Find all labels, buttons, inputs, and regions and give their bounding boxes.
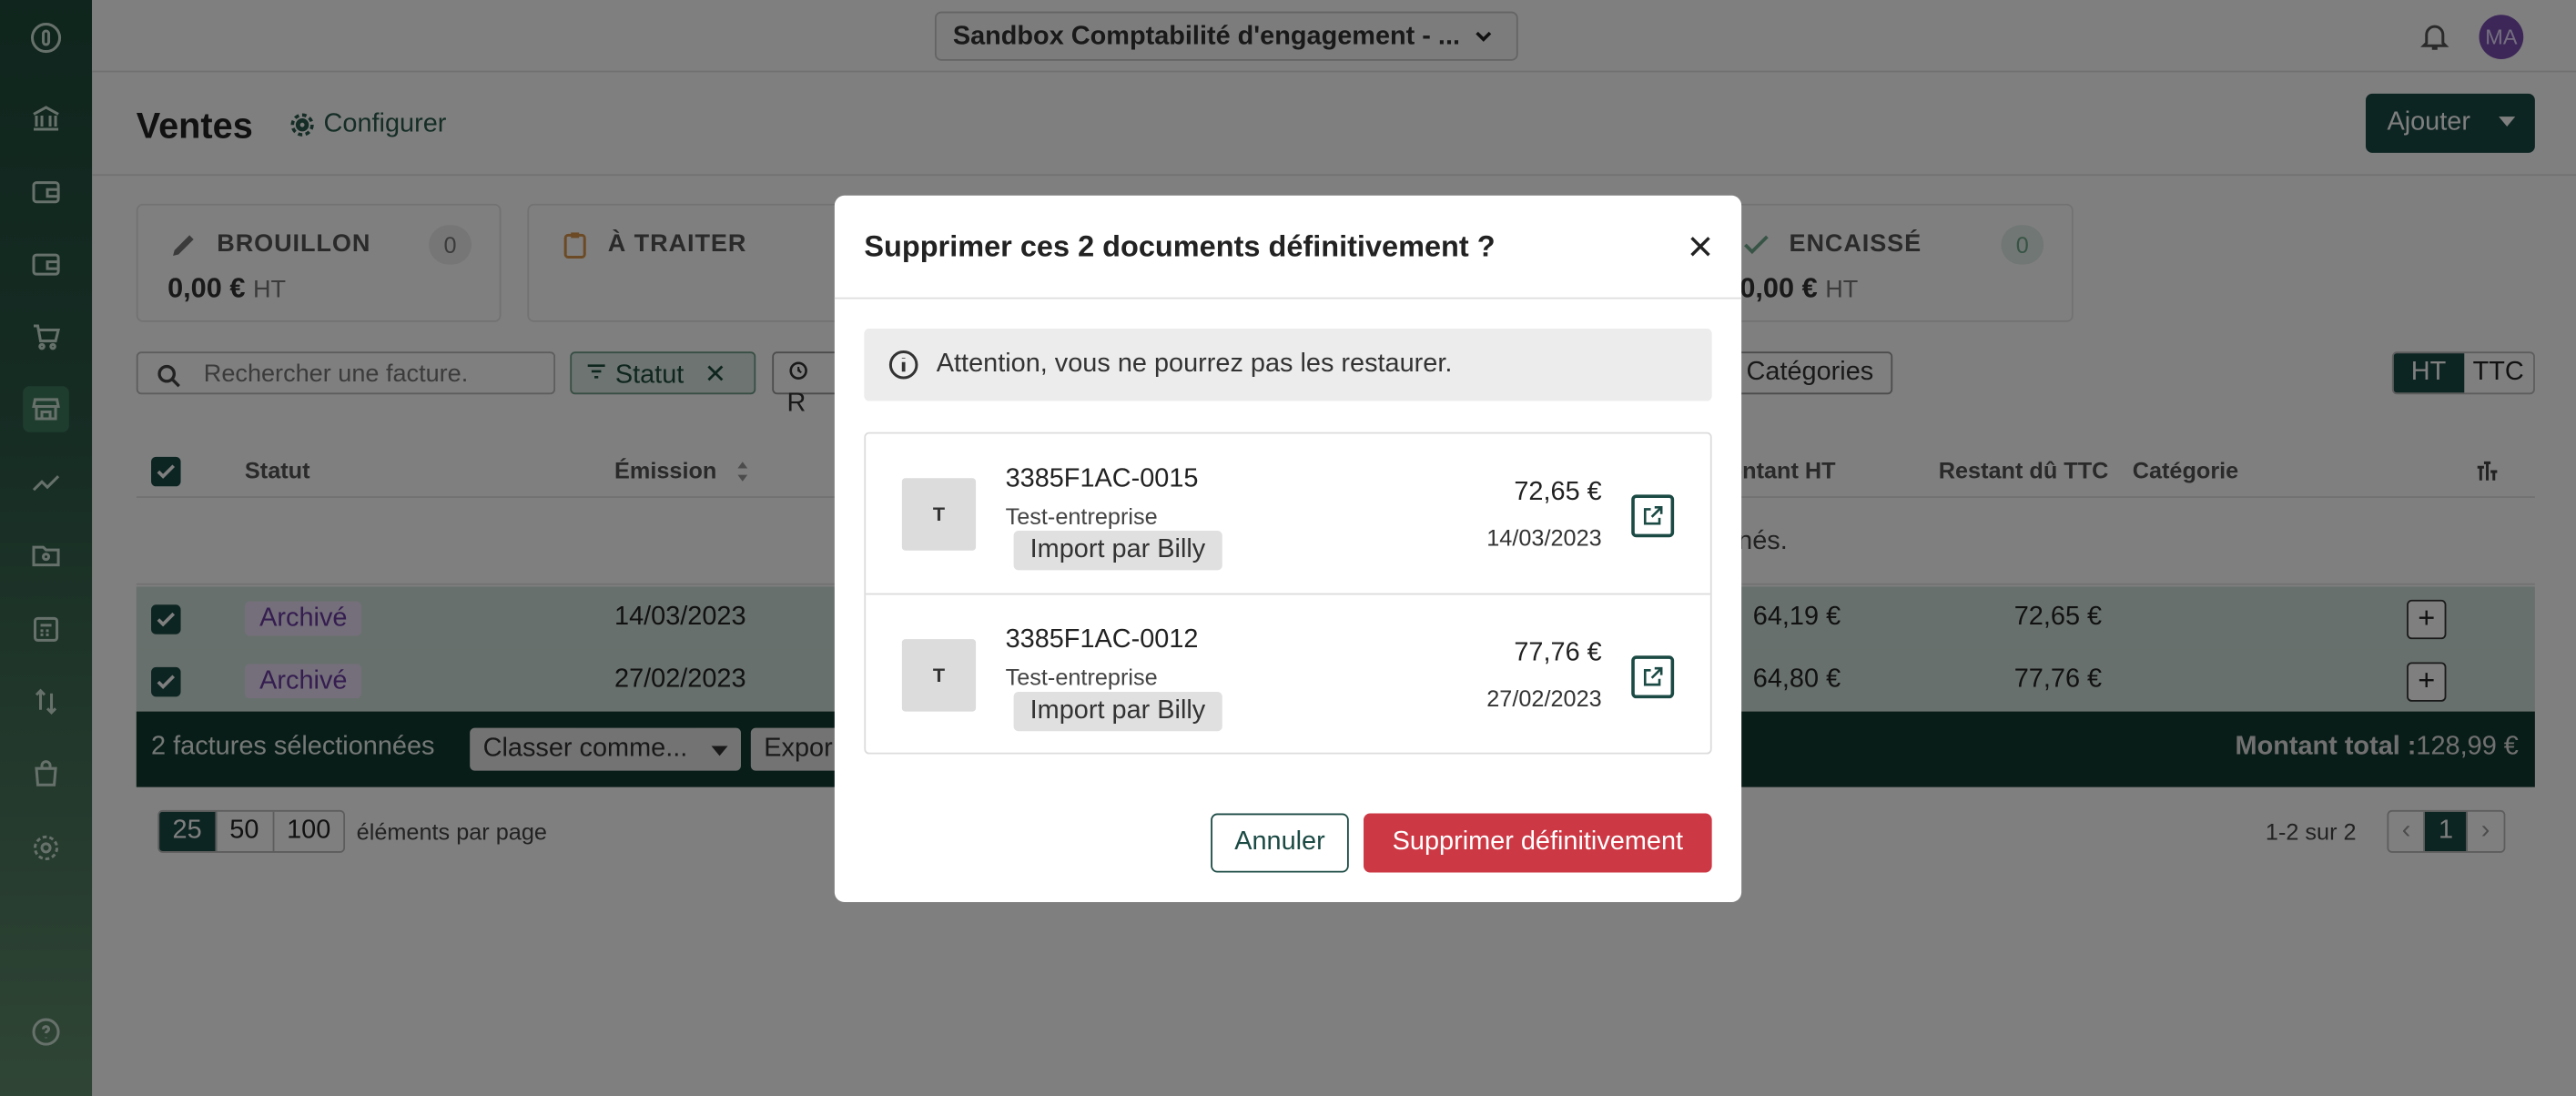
info-icon [888,350,918,380]
document-thumbnail: T [901,478,977,551]
document-tag: Import par Billy [1013,531,1222,571]
app-root: Sandbox Comptabilité d'engagement - ... … [0,0,2576,1096]
document-date: 14/03/2023 [1486,523,1602,551]
document-tag: Import par Billy [1013,691,1222,732]
modal-title: Supprimer ces 2 documents définitivement… [864,229,1496,263]
open-document-button[interactable] [1631,655,1675,699]
delete-permanently-button[interactable]: Supprimer définitivement [1364,813,1712,873]
modal-divider [834,297,1742,299]
document-date: 27/02/2023 [1486,685,1602,712]
cancel-button[interactable]: Annuler [1211,813,1349,873]
document-ref: 3385F1AC-0015 [1005,464,1199,493]
document-amount: 77,76 € [1514,639,1602,667]
document-ref: 3385F1AC-0012 [1005,625,1199,655]
open-document-button[interactable] [1631,494,1675,538]
document-customer: Test-entreprise [1005,502,1158,530]
document-amount: 72,65 € [1514,478,1602,506]
document-customer: Test-entreprise [1005,664,1158,691]
close-icon[interactable] [1686,232,1715,261]
external-link-icon [1643,666,1663,686]
list-item: T 3385F1AC-0012 Test-entreprise Import p… [866,593,1710,753]
external-link-icon [1643,506,1663,525]
list-item: T 3385F1AC-0015 Test-entreprise Import p… [866,434,1710,594]
delete-modal: Supprimer ces 2 documents définitivement… [834,195,1742,902]
document-list: T 3385F1AC-0015 Test-entreprise Import p… [864,431,1712,755]
warning-alert: Attention, vous ne pourrez pas les resta… [864,329,1712,401]
warning-text: Attention, vous ne pourrez pas les resta… [936,350,1453,379]
document-thumbnail: T [901,639,977,712]
